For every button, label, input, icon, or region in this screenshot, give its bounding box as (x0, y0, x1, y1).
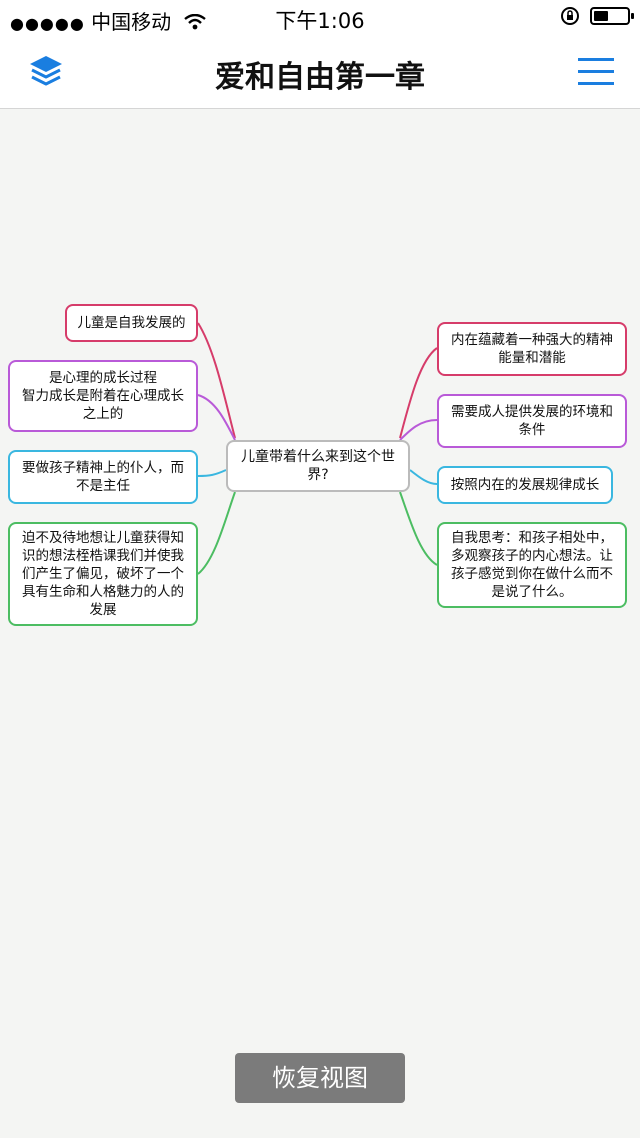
mindmap-node-right-1[interactable]: 内在蕴藏着一种强大的精神能量和潜能 (437, 322, 627, 376)
connector-left-4 (197, 491, 236, 575)
mindmap-node-left-1[interactable]: 儿童是自我发展的 (65, 304, 198, 342)
connector-left-1 (197, 322, 236, 439)
mindmap-node-right-4[interactable]: 自我思考：和孩子相处中，多观察孩子的内心想法。让孩子感觉到你在做什么而不是说了什… (437, 522, 627, 608)
connector-right-4 (399, 491, 438, 566)
mindmap-node-left-4[interactable]: 迫不及待地想让儿童获得知识的想法桎梏课我们并使我们产生了偏见，破坏了一个具有生命… (8, 522, 198, 626)
mindmap-center-node[interactable]: 儿童带着什么来到这个世界? (226, 440, 410, 492)
mindmap-node-right-2[interactable]: 需要成人提供发展的环境和条件 (437, 394, 627, 448)
mindmap-node-right-3[interactable]: 按照内在的发展规律成长 (437, 466, 613, 504)
connector-left-3 (197, 469, 227, 477)
restore-view-button[interactable]: 恢复视图 (235, 1053, 405, 1103)
connector-right-3 (409, 469, 438, 485)
connector-right-2 (399, 419, 438, 441)
mindmap-node-left-3[interactable]: 要做孩子精神上的仆人，而不是主任 (8, 450, 198, 504)
mindmap-node-left-2[interactable]: 是心理的成长过程 智力成长是附着在心理成长之上的 (8, 360, 198, 432)
